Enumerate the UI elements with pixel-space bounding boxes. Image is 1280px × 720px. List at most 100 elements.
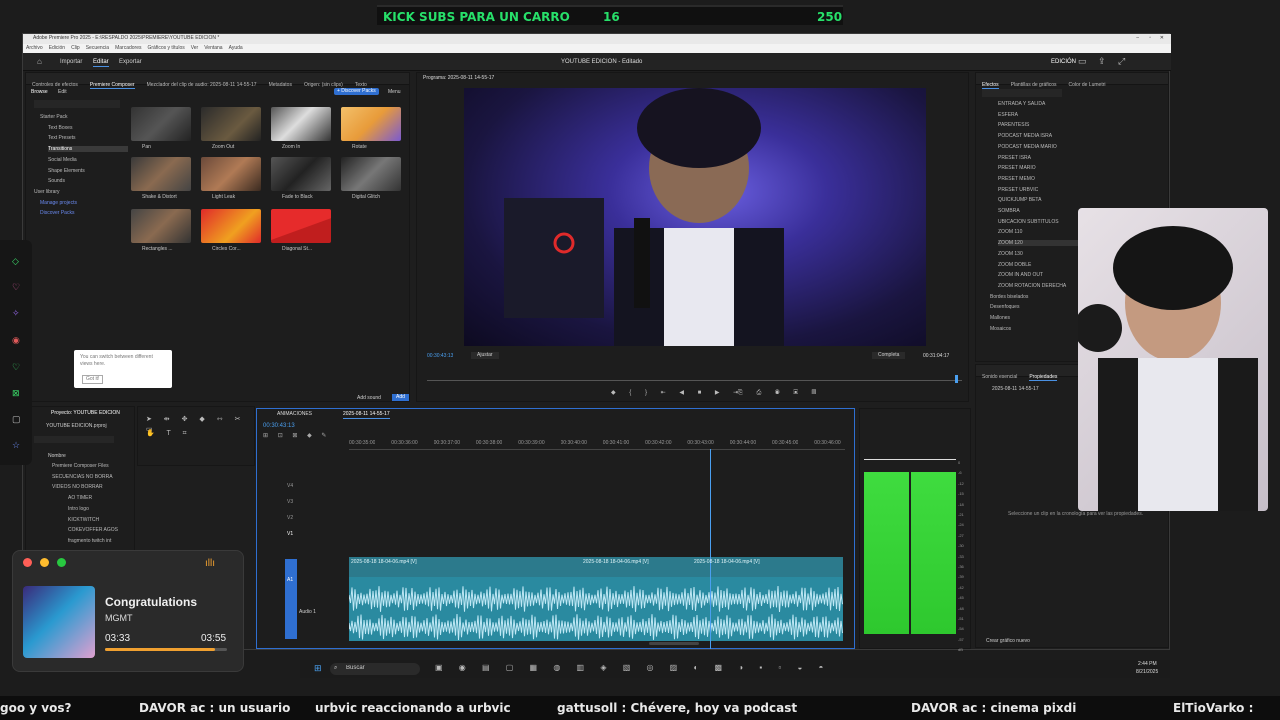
track-label[interactable]: V2 (287, 515, 293, 522)
menu-item[interactable]: Ventana (204, 45, 222, 51)
properties-tab[interactable]: Sonido esencial (982, 374, 1017, 380)
track-label[interactable]: V1 (287, 531, 293, 538)
got-it-button[interactable]: Got it! (82, 375, 104, 384)
track-label[interactable]: A1 (287, 577, 293, 584)
menu-item[interactable]: Ver (191, 45, 199, 51)
tab-edit[interactable]: Edit (58, 89, 67, 96)
expand-dot[interactable] (57, 558, 66, 567)
minimize-icon[interactable]: – (1136, 35, 1139, 42)
effect-preset[interactable]: Mallones (990, 315, 1010, 321)
effect-preset[interactable]: PRESET ISRA (998, 155, 1031, 161)
timeline-tools[interactable]: ⊞ ⊡ ⊠ ◆ ✎ (263, 432, 330, 440)
effects-tab[interactable]: Color de Lumetri (1069, 82, 1106, 88)
effect-preset[interactable]: PARENTESIS (998, 122, 1029, 128)
menu-item[interactable]: Archivo (26, 45, 43, 51)
heart-green-icon[interactable]: ♡ (12, 362, 20, 372)
chat-icon[interactable]: ▢ (12, 414, 21, 424)
effect-preset[interactable]: PRESET URBVIC (998, 187, 1038, 193)
effect-preset[interactable]: PODCAST MEDIA ISRA (998, 133, 1052, 139)
eye-icon[interactable]: ◉ (12, 335, 20, 345)
properties-tab[interactable]: Propiedades (1029, 374, 1058, 381)
effect-preset[interactable]: PRESET MEMO (998, 176, 1035, 182)
discover-packs-button[interactable]: + Discover Packs (334, 88, 379, 95)
close-icon[interactable]: ✕ (1160, 35, 1164, 42)
tree-item[interactable]: Text Boxes (48, 125, 72, 131)
composer-tab[interactable]: Mezclador del clip de audio: 2025-08-11 … (147, 82, 257, 88)
effect-preset[interactable]: ZOOM 130 (998, 251, 1023, 257)
home-icon[interactable]: ⌂ (37, 57, 42, 67)
star-icon[interactable]: ☆ (12, 440, 20, 450)
effect-preset[interactable]: Mosaicos (990, 326, 1011, 332)
menu-button[interactable]: Menu (388, 89, 401, 96)
menu-item[interactable]: Clip (71, 45, 80, 51)
timeline-playhead[interactable] (710, 449, 711, 649)
music-progress[interactable] (105, 648, 227, 651)
effect-preset[interactable]: ZOOM ROTACION DERECHA (998, 283, 1066, 289)
timeline-tab-sequence[interactable]: 2025-08-11 14-55-17 (343, 411, 390, 419)
effects-tab[interactable]: Efectos (982, 82, 999, 89)
project-item[interactable]: AO TIMER (68, 495, 92, 501)
audio-track-a1[interactable] (348, 577, 843, 641)
heart-icon[interactable]: ♡ (12, 282, 20, 292)
effect-preset[interactable]: ENTRADA Y SALIDA (998, 101, 1045, 107)
diamond-icon[interactable]: ◇ (12, 256, 19, 266)
windows-start-icon[interactable]: ⊞ (314, 663, 322, 673)
video-frame[interactable] (464, 88, 926, 346)
quick-export-icon[interactable]: ⇪ (1098, 56, 1106, 66)
effect-preset[interactable]: PODCAST MEDIA MARIO (998, 144, 1057, 150)
project-item[interactable]: Intro logo (68, 506, 89, 512)
close-dot[interactable] (23, 558, 32, 567)
effects-tab[interactable]: Plantillas de gráficos (1011, 82, 1057, 88)
menu-item[interactable]: Marcadores (115, 45, 141, 51)
menu-item[interactable]: Edición (49, 45, 65, 51)
project-item[interactable]: VIDEOS NO BORRAR (52, 484, 103, 490)
tree-item[interactable]: Shape Elements (48, 168, 85, 174)
tab-browse[interactable]: Browse (31, 89, 48, 96)
timeline-timecode[interactable]: 00:30:43:13 (263, 422, 295, 430)
thumb-fade-black[interactable] (271, 157, 331, 191)
composer-tab[interactable]: Controles de efectos (32, 82, 78, 88)
tree-item[interactable]: User library (34, 189, 60, 195)
composer-search[interactable] (34, 100, 120, 108)
clock-date[interactable]: 8/21/2025 (1136, 669, 1158, 676)
project-item[interactable]: SECUENCIAS NO BORRA (52, 474, 113, 480)
add-sound-label[interactable]: Add sound (357, 395, 381, 402)
export-controls[interactable]: ⎘ ⎙ ◉ ▣ ▤ (738, 389, 822, 397)
tree-item[interactable]: Discover Packs (40, 210, 74, 216)
thumb-shake[interactable] (131, 157, 191, 191)
thumb-rotate[interactable] (341, 107, 401, 141)
thumb-zoom-out[interactable] (201, 107, 261, 141)
transport-controls[interactable]: ◆ { } ⇤ ◀ ■ ▶ ⇥ (611, 389, 744, 397)
thumb-pan[interactable] (131, 107, 191, 141)
menu-item[interactable]: Ayuda (229, 45, 243, 51)
project-item[interactable]: KICKTWITCH (68, 517, 99, 523)
effect-preset[interactable]: Bordes biselados (990, 294, 1028, 300)
workspace-icon[interactable]: ▭ (1078, 56, 1087, 66)
thumb-light-leak[interactable] (201, 157, 261, 191)
taskbar-search[interactable]: ⌕ Buscar (330, 663, 420, 675)
playhead[interactable] (955, 375, 958, 383)
thumb-circles[interactable] (201, 209, 261, 243)
track-label[interactable]: V3 (287, 499, 293, 506)
menu-item[interactable]: Gráficos y títulos (147, 45, 184, 51)
project-item[interactable]: fragmento twitch int (68, 538, 111, 544)
project-search[interactable] (34, 436, 114, 443)
playback-scrubber[interactable] (427, 380, 962, 381)
thumb-diagonal[interactable] (271, 209, 331, 243)
track-label[interactable]: V4 (287, 483, 293, 490)
project-item[interactable]: Premiere Composer Files (52, 463, 109, 469)
effect-preset[interactable]: ZOOM 110 (998, 229, 1022, 235)
fit-dropdown[interactable]: Ajustar (471, 352, 499, 359)
maximize-icon[interactable]: ▫ (1149, 35, 1151, 42)
effect-preset[interactable]: PRESET MARIO (998, 165, 1036, 171)
tree-item[interactable]: Social Media (48, 157, 77, 163)
workspace-label[interactable]: EDICIÓN (1051, 58, 1076, 66)
menu-item[interactable]: Secuencia (86, 45, 109, 51)
effect-preset[interactable]: UBICACION SUBTITULOS (998, 219, 1059, 225)
composer-tab[interactable]: Metadatos (269, 82, 292, 88)
effect-preset[interactable]: Desenfoques (990, 304, 1019, 310)
tree-item[interactable]: Text Presets (48, 135, 76, 141)
project-tab[interactable]: Proyecto: YOUTUBE EDICION (51, 410, 120, 417)
kick-icon[interactable]: ⊠ (12, 388, 20, 398)
taskbar-app-icons[interactable]: ▣ ◉ ▤ ▢ ▦ ◍ ▥ ◈ ▧ ◎ ▨ ◐ ▩ ◑ ▪ ▫ ◒ ◓ (435, 663, 830, 673)
